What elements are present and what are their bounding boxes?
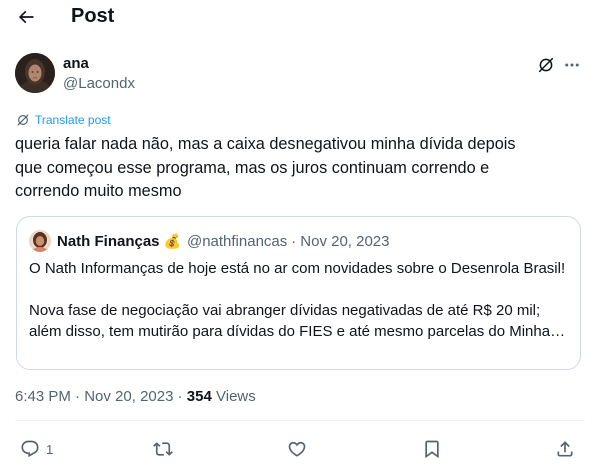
separator-dot: · <box>291 232 297 250</box>
grok-icon <box>17 114 29 126</box>
arrow-left-icon <box>18 10 34 24</box>
quoted-avatar-image <box>29 230 51 252</box>
back-button[interactable] <box>11 2 41 32</box>
more-horizontal-icon <box>565 63 579 67</box>
separator-dot: · <box>177 388 183 405</box>
tweet-text: queria falar nada não, mas a caixa desne… <box>15 133 585 204</box>
page-title: Post <box>71 5 115 27</box>
more-options-button[interactable] <box>561 54 583 76</box>
separator-dot: · <box>75 388 81 405</box>
grok-icon <box>538 57 554 73</box>
action-bar: 1 <box>0 436 598 462</box>
money-bag-emoji: 💰 <box>163 232 181 249</box>
reply-button[interactable]: 1 <box>20 436 53 462</box>
post-header: Post <box>0 0 598 36</box>
quoted-paragraph: O Nath Informanças de hoje está no ar co… <box>29 260 566 277</box>
repost-button[interactable] <box>153 436 173 462</box>
reply-icon <box>21 440 39 458</box>
bookmark-button[interactable] <box>422 436 442 462</box>
quoted-tweet[interactable]: Nath Finanças 💰 @nathfinancas · Nov 20, … <box>16 216 581 370</box>
quoted-tweet-text: O Nath Informanças de hoje está no ar co… <box>29 258 574 342</box>
heart-icon <box>288 441 306 457</box>
divider <box>15 420 585 421</box>
author-name[interactable]: ana <box>63 55 89 72</box>
grok-button[interactable] <box>535 54 557 76</box>
like-button[interactable] <box>287 436 307 462</box>
translate-label[interactable]: Translate post <box>35 113 111 127</box>
post-date[interactable]: Nov 20, 2023 <box>84 388 173 405</box>
post-meta: 6:43 PM · Nov 20, 2023 · 354 Views <box>15 388 256 405</box>
repost-icon <box>153 442 173 456</box>
tweet-text-line: que começou esse programa, mas os juros … <box>15 158 490 177</box>
quoted-author-handle: @nathfinancas <box>186 232 288 250</box>
bookmark-icon <box>425 440 439 459</box>
quoted-avatar <box>29 230 51 252</box>
share-button[interactable] <box>555 436 575 462</box>
reply-count: 1 <box>46 441 54 457</box>
author-row: ana @Lacondx <box>15 53 585 95</box>
share-icon <box>557 441 573 457</box>
quoted-paragraph-line: Nova fase de negociação vai abranger dív… <box>29 302 541 319</box>
author-handle[interactable]: @Lacondx <box>63 75 135 92</box>
tweet-text-line: correndo muito mesmo <box>15 182 182 200</box>
post-time[interactable]: 6:43 PM <box>15 388 71 405</box>
quoted-date: Nov 20, 2023 <box>300 232 390 250</box>
tweet-text-line: queria falar nada não, mas a caixa desne… <box>15 135 516 153</box>
avatar[interactable] <box>15 53 55 93</box>
quoted-tweet-header: Nath Finanças 💰 @nathfinancas · Nov 20, … <box>29 230 390 252</box>
views-label: Views <box>216 388 256 405</box>
views-count: 354 <box>186 388 212 405</box>
translate-post-link[interactable]: Translate post <box>16 111 111 129</box>
quoted-author-name: Nath Finanças <box>57 232 160 250</box>
avatar-image <box>15 53 55 93</box>
quoted-paragraph-line: além disso, tem mutirão para dívidas do … <box>29 323 566 340</box>
